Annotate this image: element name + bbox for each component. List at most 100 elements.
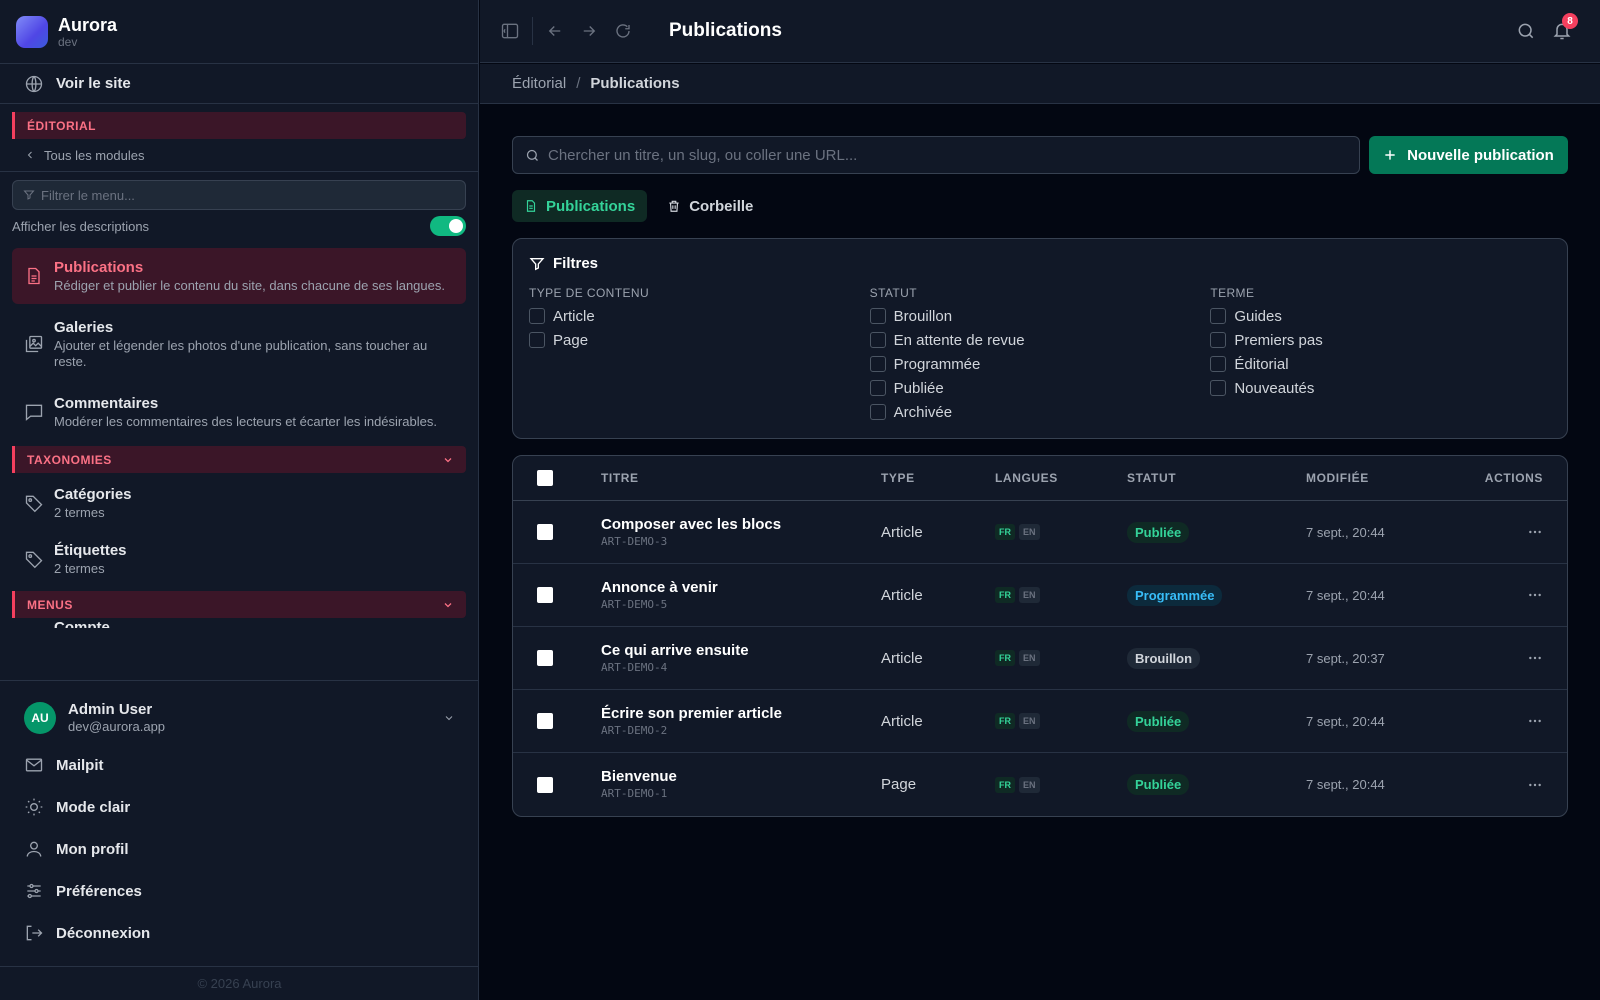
filter-option[interactable]: Brouillon [869, 304, 1211, 328]
row-checkbox[interactable] [537, 776, 553, 793]
filter-group-content-type: TYPE DE CONTENU Article Page [529, 286, 870, 424]
sidebar-item-categories[interactable]: Catégories 2 termes [12, 477, 466, 529]
notifications-button[interactable]: 8 [1546, 13, 1578, 47]
filter-option[interactable]: Article [529, 304, 870, 328]
checkbox[interactable] [1210, 308, 1227, 324]
checkbox[interactable] [869, 332, 886, 348]
col-title[interactable]: TITRE [601, 471, 881, 485]
forward-button[interactable] [573, 15, 605, 47]
more-actions-icon[interactable] [1527, 777, 1543, 793]
row-checkbox[interactable] [537, 650, 553, 666]
table-row[interactable]: Écrire son premier article ART-DEMO-2 Art… [513, 690, 1567, 753]
lang-badge-fr[interactable]: FR [995, 776, 1015, 793]
new-publication-button[interactable]: Nouvelle publication [1369, 136, 1568, 174]
menu-logout[interactable]: Déconnexion [0, 912, 479, 954]
checkbox[interactable] [869, 308, 886, 324]
filter-option[interactable]: Archivée [869, 400, 1211, 424]
row-title[interactable]: Écrire son premier article [601, 704, 881, 723]
table-row[interactable]: Ce qui arrive ensuite ART-DEMO-4 Article … [513, 627, 1567, 690]
checkbox[interactable] [869, 356, 886, 372]
row-title[interactable]: Ce qui arrive ensuite [601, 641, 881, 660]
filter-option[interactable]: Programmée [869, 352, 1211, 376]
sidebar-item-compte-partial[interactable]: Compte [0, 618, 478, 628]
section-menus[interactable]: MENUS [12, 591, 466, 618]
visit-site-link[interactable]: Voir le site [0, 64, 478, 104]
lang-badge-en[interactable]: EN [1019, 524, 1040, 540]
lang-badge-en[interactable]: EN [1019, 776, 1040, 793]
table-row[interactable]: Composer avec les blocs ART-DEMO-3 Articl… [513, 501, 1567, 564]
back-button[interactable] [539, 15, 571, 47]
module-title: Publications [54, 259, 144, 276]
filter-option[interactable]: En attente de revue [869, 328, 1211, 352]
menu-filter-input[interactable]: Filtrer le menu... [12, 180, 466, 210]
search-placeholder: Chercher un titre, un slug, ou coller un… [548, 146, 858, 164]
checkbox[interactable] [1210, 332, 1227, 348]
menu-light-mode[interactable]: Mode clair [0, 786, 479, 828]
row-title[interactable]: Bienvenue [601, 767, 881, 786]
row-title[interactable]: Annonce à venir [601, 578, 881, 597]
sidebar-item-commentaires[interactable]: Commentaires Modérer les commentaires de… [12, 384, 466, 440]
row-checkbox[interactable] [537, 524, 553, 540]
row-checkbox[interactable] [537, 587, 553, 603]
checkbox[interactable] [869, 404, 886, 420]
more-actions-icon[interactable] [1527, 650, 1543, 666]
menu-preferences[interactable]: Préférences [0, 870, 479, 912]
filter-option[interactable]: Guides [1210, 304, 1551, 328]
show-descriptions-toggle[interactable] [430, 216, 466, 236]
tab-publications[interactable]: Publications [512, 190, 648, 222]
row-title[interactable]: Composer avec les blocs [601, 515, 881, 534]
lang-badge-fr[interactable]: FR [995, 587, 1015, 603]
section-taxonomies[interactable]: TAXONOMIES [12, 446, 466, 473]
filter-option[interactable]: Publiée [869, 376, 1211, 400]
refresh-icon [616, 24, 630, 38]
checkbox[interactable] [869, 380, 886, 396]
menu-label: Mon profil [56, 840, 129, 858]
user-switcher[interactable]: AU Admin User dev@aurora.app [0, 681, 479, 744]
menu-label: Préférences [56, 882, 142, 900]
filter-option[interactable]: Éditorial [1210, 352, 1551, 376]
back-all-modules-link[interactable]: Tous les modules [0, 142, 478, 168]
select-all-checkbox[interactable] [537, 470, 553, 486]
menu-profile[interactable]: Mon profil [0, 828, 479, 870]
show-descriptions-row: Afficher les descriptions [0, 210, 478, 242]
lang-badge-en[interactable]: EN [1019, 587, 1040, 603]
filter-icon [23, 190, 35, 200]
checkbox[interactable] [529, 332, 545, 348]
lang-badge-fr[interactable]: FR [995, 650, 1015, 666]
lang-badge-en[interactable]: EN [1019, 650, 1040, 666]
tabs: Publications Corbeille [512, 190, 1568, 222]
status-badge: Brouillon [1127, 647, 1201, 669]
breadcrumb-parent[interactable]: Éditorial [512, 75, 566, 92]
toggle-sidebar-button[interactable] [494, 15, 526, 47]
chevron-left-icon [27, 151, 32, 159]
brand[interactable]: Aurora dev [0, 0, 478, 64]
checkbox[interactable] [529, 308, 545, 324]
lang-badge-fr[interactable]: FR [995, 524, 1015, 540]
filter-option[interactable]: Nouveautés [1210, 376, 1551, 400]
tab-label: Corbeille [689, 197, 754, 215]
checkbox[interactable] [1210, 356, 1227, 372]
filter-option[interactable]: Premiers pas [1210, 328, 1551, 352]
tab-corbeille[interactable]: Corbeille [655, 190, 765, 222]
taxonomy-desc: 2 termes [54, 505, 105, 520]
filter-option[interactable]: Page [529, 328, 870, 352]
more-actions-icon[interactable] [1527, 587, 1543, 603]
lang-badge-fr[interactable]: FR [995, 713, 1015, 729]
table-row[interactable]: Bienvenue ART-DEMO-1 Page FR EN Publiée 7 … [513, 753, 1567, 816]
search-button[interactable] [1510, 15, 1542, 47]
checkbox[interactable] [1210, 380, 1227, 396]
menu-mailpit[interactable]: Mailpit [0, 744, 479, 786]
sidebar-item-publications[interactable]: Publications Rédiger et publier le conte… [12, 248, 466, 304]
more-actions-icon[interactable] [1527, 713, 1543, 729]
refresh-button[interactable] [607, 15, 639, 47]
row-checkbox[interactable] [537, 713, 553, 729]
col-type[interactable]: TYPE [881, 471, 995, 485]
col-modified[interactable]: MODIFIÉE [1306, 471, 1466, 485]
col-status[interactable]: STATUT [1127, 471, 1306, 485]
sidebar-item-etiquettes[interactable]: Étiquettes 2 termes [12, 533, 466, 585]
lang-badge-en[interactable]: EN [1019, 713, 1040, 729]
search-input[interactable]: Chercher un titre, un slug, ou coller un… [512, 136, 1360, 174]
sidebar-item-galeries[interactable]: Galeries Ajouter et légender les photos … [12, 308, 466, 380]
table-row[interactable]: Annonce à venir ART-DEMO-5 Article FR EN P… [513, 564, 1567, 627]
more-actions-icon[interactable] [1527, 524, 1543, 540]
